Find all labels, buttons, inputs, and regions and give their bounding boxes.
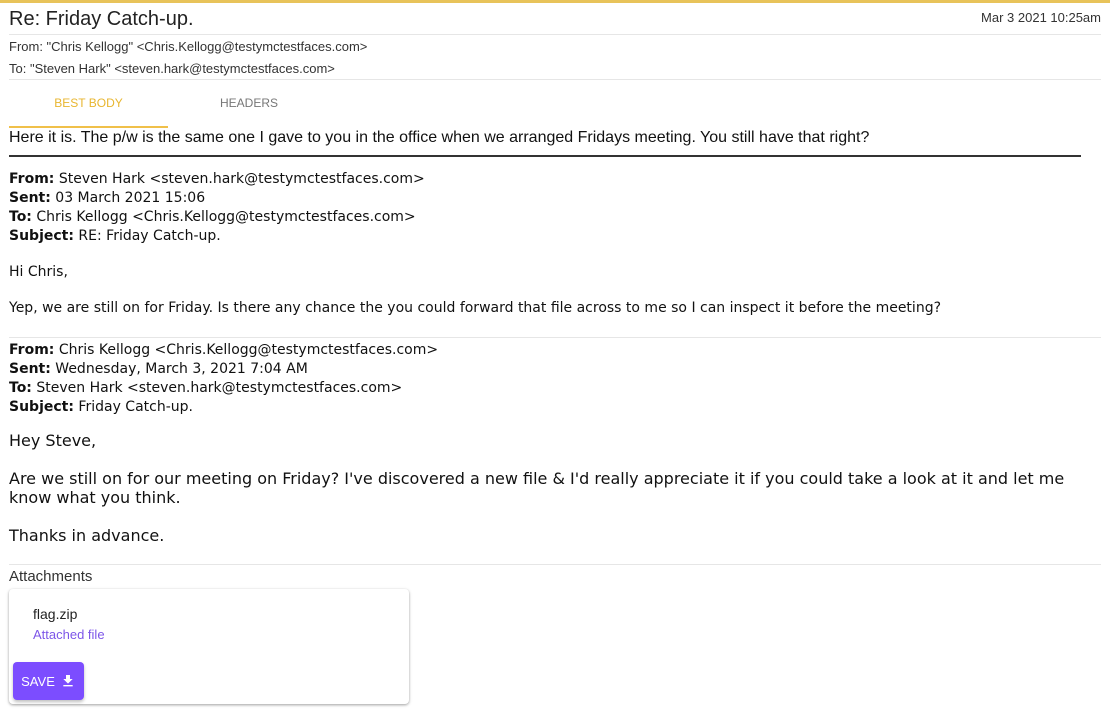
reply-text: Here it is. The p/w is the same one I ga…: [9, 129, 870, 146]
quote1-headers: From: Steven Hark <steven.hark@testymcte…: [9, 170, 425, 246]
attachment-card: flag.zip Attached file SAVE: [9, 589, 409, 704]
quote2-subject-value: Friday Catch-up.: [73, 399, 193, 415]
quote2-text: Are we still on for our meeting on Frida…: [9, 469, 1065, 507]
quote1-sent: Sent: 03 March 2021 15:06: [9, 189, 425, 208]
to-line: To: "Steven Hark" <steven.hark@testymcte…: [9, 61, 335, 76]
quote1-text: Yep, we are still on for Friday. Is ther…: [9, 300, 942, 316]
quote2-from-label: From:: [9, 342, 55, 358]
divider: [9, 34, 1101, 35]
quote2-subject-label: Subject:: [9, 399, 74, 415]
quote1-from-label: From:: [9, 171, 55, 187]
quote2-sent-label: Sent:: [9, 361, 51, 377]
quote1-to-label: To:: [9, 209, 32, 225]
email-subject: Re: Friday Catch-up.: [9, 8, 194, 30]
save-button[interactable]: SAVE: [13, 662, 84, 700]
quote1-from-value: Steven Hark <steven.hark@testymctestface…: [54, 171, 425, 187]
attachment-filename: flag.zip: [33, 606, 78, 622]
quote2-headers: From: Chris Kellogg <Chris.Kellogg@testy…: [9, 341, 438, 417]
tab-best-body[interactable]: BEST BODY: [9, 96, 168, 110]
divider: [9, 79, 1101, 80]
divider: [9, 337, 1101, 338]
quote2-from: From: Chris Kellogg <Chris.Kellogg@testy…: [9, 341, 438, 360]
quote2-sent-value: Wednesday, March 3, 2021 7:04 AM: [50, 361, 308, 377]
quote1-greeting: Hi Chris,: [9, 264, 68, 280]
attachments-title: Attachments: [9, 568, 93, 585]
from-line: From: "Chris Kellogg" <Chris.Kellogg@tes…: [9, 39, 368, 54]
quote2-from-value: Chris Kellogg <Chris.Kellogg@testymctest…: [54, 342, 439, 358]
quote2-sent: Sent: Wednesday, March 3, 2021 7:04 AM: [9, 360, 438, 379]
quote1-subject-value: RE: Friday Catch-up.: [73, 228, 221, 244]
quote2-to-label: To:: [9, 380, 32, 396]
email-date: Mar 3 2021 10:25am: [981, 10, 1101, 25]
quote-separator: [9, 155, 1081, 157]
download-icon: [63, 675, 73, 687]
quote2-subject: Subject: Friday Catch-up.: [9, 398, 438, 417]
quote2-to-value: Steven Hark <steven.hark@testymctestface…: [31, 380, 403, 396]
active-tab-indicator: [9, 126, 168, 128]
quote2-to: To: Steven Hark <steven.hark@testymctest…: [9, 379, 438, 398]
quote1-subject-label: Subject:: [9, 228, 74, 244]
top-accent-bar: [0, 0, 1110, 3]
quote2-greeting: Hey Steve,: [9, 431, 97, 450]
save-button-label: SAVE: [21, 673, 55, 689]
quote1-to-value: Chris Kellogg <Chris.Kellogg@testymctest…: [31, 209, 416, 225]
quote1-from: From: Steven Hark <steven.hark@testymcte…: [9, 170, 425, 189]
quote1-to: To: Chris Kellogg <Chris.Kellogg@testymc…: [9, 208, 425, 227]
divider: [9, 564, 1101, 565]
quote1-sent-label: Sent:: [9, 190, 51, 206]
quote2-signoff: Thanks in advance.: [9, 526, 165, 545]
quote1-subject: Subject: RE: Friday Catch-up.: [9, 227, 425, 246]
quote1-sent-value: 03 March 2021 15:06: [50, 190, 206, 206]
tab-headers[interactable]: HEADERS: [169, 96, 329, 110]
attachment-type-label[interactable]: Attached file: [33, 627, 105, 642]
